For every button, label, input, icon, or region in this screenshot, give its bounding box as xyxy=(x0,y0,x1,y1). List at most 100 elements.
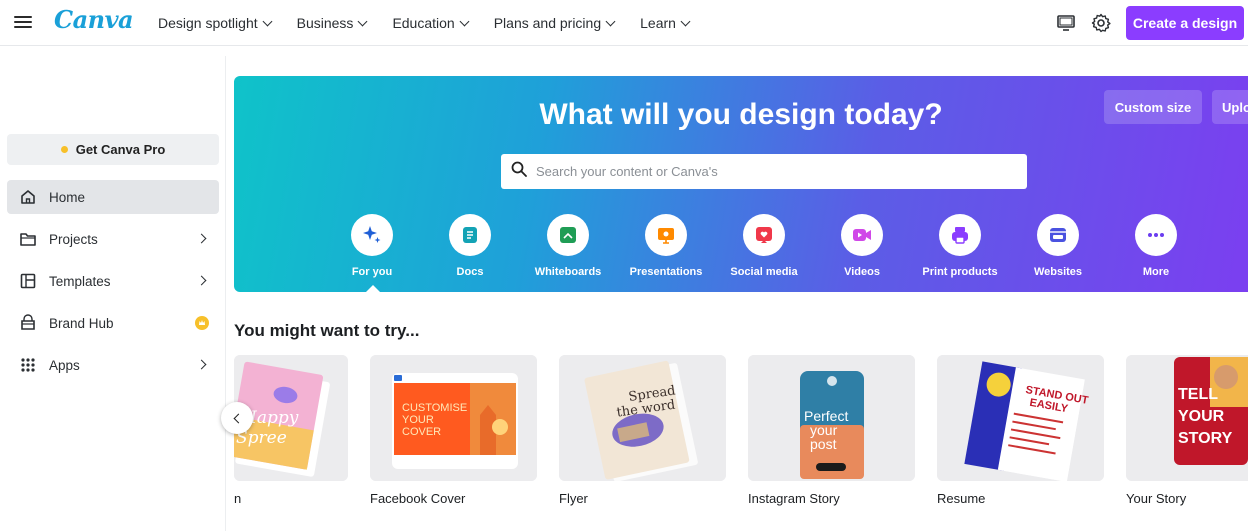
svg-text:TELL: TELL xyxy=(1178,386,1218,403)
sidebar-item-label: Home xyxy=(49,189,86,205)
nav-plans-pricing[interactable]: Plans and pricing xyxy=(493,15,616,31)
card-label: Resume xyxy=(937,491,986,506)
sidebar-item-templates[interactable]: Templates xyxy=(7,264,219,298)
more-icon xyxy=(1135,214,1177,256)
folder-icon xyxy=(19,230,37,248)
sidebar-item-label: Templates xyxy=(49,273,111,289)
nav-education[interactable]: Education xyxy=(392,15,470,31)
svg-text:CUSTOMISE: CUSTOMISE xyxy=(402,402,467,414)
template-card-resume[interactable]: STAND OUT EASILY xyxy=(937,355,1104,481)
svg-text:YOUR: YOUR xyxy=(1178,408,1225,425)
card-label: Flyer xyxy=(559,491,588,506)
category-label: Whiteboards xyxy=(534,266,602,278)
template-icon xyxy=(19,272,37,290)
category-videos[interactable]: Videos xyxy=(817,214,907,278)
card-thumbnail: TELL YOUR STORY xyxy=(1126,355,1248,481)
brand-hub-icon xyxy=(19,314,37,332)
nav-learn[interactable]: Learn xyxy=(640,15,691,31)
desktop-icon[interactable] xyxy=(1055,12,1077,34)
chevron-down-icon xyxy=(680,16,691,26)
category-label: Print products xyxy=(922,266,998,278)
heart-icon xyxy=(743,214,785,256)
sidebar-item-apps[interactable]: Apps xyxy=(7,348,219,382)
nav-label: Design spotlight xyxy=(158,15,258,31)
search-input[interactable] xyxy=(536,164,996,179)
svg-text:YOUR: YOUR xyxy=(402,414,434,426)
card-label: Instagram Story xyxy=(748,491,840,506)
sidebar-item-brand-hub[interactable]: Brand Hub xyxy=(7,306,219,340)
presentation-icon xyxy=(645,214,687,256)
main-nav: Design spotlight Business Education Plan… xyxy=(158,0,691,46)
chevron-down-icon xyxy=(357,16,368,26)
sidebar-item-projects[interactable]: Projects xyxy=(7,222,219,256)
upload-button[interactable]: Uplo xyxy=(1212,90,1248,124)
menu-icon[interactable] xyxy=(14,14,32,30)
crown-badge-icon xyxy=(195,316,209,330)
card-thumbnail: STAND OUT EASILY xyxy=(937,355,1104,481)
template-card-facebook-cover[interactable]: CUSTOMISE YOUR COVER xyxy=(370,355,537,481)
category-docs[interactable]: Docs xyxy=(425,214,515,278)
nav-label: Business xyxy=(296,15,354,31)
search-bar xyxy=(501,154,1027,189)
sidebar-item-label: Apps xyxy=(49,357,80,373)
canva-logo[interactable]: Canva xyxy=(54,5,134,34)
nav-label: Plans and pricing xyxy=(493,15,602,31)
sparkle-icon xyxy=(351,214,393,256)
card-label: n xyxy=(234,491,242,506)
card-thumbnail: CUSTOMISE YOUR COVER xyxy=(370,355,537,481)
chevron-down-icon xyxy=(459,16,470,26)
card-thumbnail: Perfect your post xyxy=(748,355,915,481)
category-label: For you xyxy=(351,266,393,278)
nav-label: Education xyxy=(392,15,455,31)
get-canva-pro-button[interactable]: Get Canva Pro xyxy=(7,134,219,165)
gear-icon[interactable] xyxy=(1090,12,1112,34)
print-icon xyxy=(939,214,981,256)
template-card-flyer[interactable]: Spread the word xyxy=(559,355,726,481)
nav-business[interactable]: Business xyxy=(296,15,368,31)
category-presentations[interactable]: Presentations xyxy=(621,214,711,278)
video-icon xyxy=(841,214,883,256)
hero-title: What will you design today? xyxy=(539,98,943,131)
category-label: Videos xyxy=(844,266,880,278)
website-icon xyxy=(1037,214,1079,256)
sidebar: Get Canva Pro Home Projects Templates Br… xyxy=(0,56,226,531)
top-navigation-bar: Canva Design spotlight Business Educatio… xyxy=(0,0,1248,46)
pro-button-label: Get Canva Pro xyxy=(75,142,166,157)
section-title: You might want to try... xyxy=(234,321,420,340)
whiteboard-icon xyxy=(547,214,589,256)
category-websites[interactable]: Websites xyxy=(1013,214,1103,278)
chevron-right-icon xyxy=(196,233,207,244)
nav-label: Learn xyxy=(640,15,676,31)
category-for-you[interactable]: For you xyxy=(327,214,417,278)
custom-size-button[interactable]: Custom size xyxy=(1104,90,1202,124)
search-icon xyxy=(511,161,527,182)
category-label: Social media xyxy=(730,266,798,278)
category-print-products[interactable]: Print products xyxy=(915,214,1005,278)
card-label: Facebook Cover xyxy=(370,491,466,506)
category-social-media[interactable]: Social media xyxy=(719,214,809,278)
carousel-prev-button[interactable] xyxy=(221,402,253,434)
card-label: Your Story xyxy=(1126,491,1187,506)
card-thumbnail: Spread the word xyxy=(559,355,726,481)
category-more[interactable]: More xyxy=(1111,214,1201,278)
svg-text:post: post xyxy=(810,436,837,452)
category-label: Websites xyxy=(1033,266,1083,278)
template-card-instagram-story[interactable]: Perfect your post xyxy=(748,355,915,481)
crown-icon xyxy=(60,146,68,153)
category-label: Docs xyxy=(456,266,484,278)
category-label: More xyxy=(1142,266,1170,278)
sidebar-item-home[interactable]: Home xyxy=(7,180,219,214)
template-card-your-story[interactable]: TELL YOUR STORY xyxy=(1126,355,1248,481)
home-icon xyxy=(19,188,37,206)
chevron-down-icon xyxy=(605,16,616,26)
docs-icon xyxy=(449,214,491,256)
nav-design-spotlight[interactable]: Design spotlight xyxy=(158,15,273,31)
category-whiteboards[interactable]: Whiteboards xyxy=(523,214,613,278)
chevron-right-icon xyxy=(196,275,207,286)
apps-grid-icon xyxy=(19,356,37,374)
category-label: Presentations xyxy=(629,266,703,278)
chevron-left-icon xyxy=(233,413,244,423)
create-design-button[interactable]: Create a design xyxy=(1126,6,1244,40)
svg-text:STORY: STORY xyxy=(1178,430,1233,447)
svg-text:COVER: COVER xyxy=(402,426,441,438)
